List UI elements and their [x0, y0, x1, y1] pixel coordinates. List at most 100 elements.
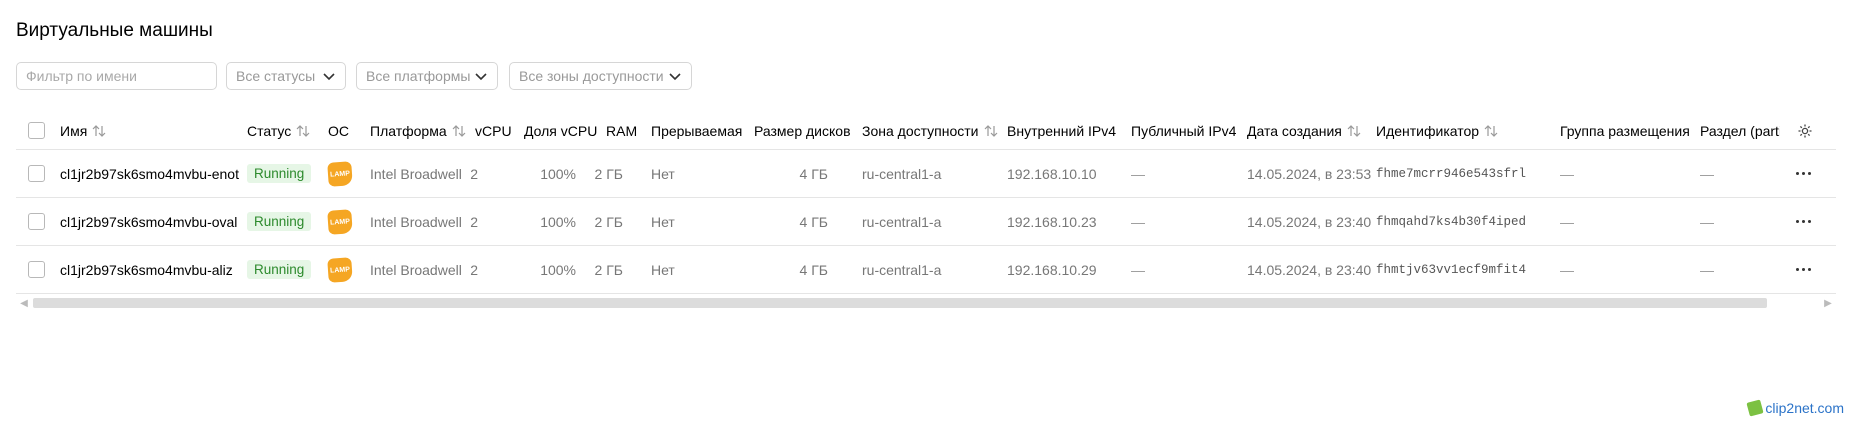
clip2net-logo-icon	[1746, 399, 1764, 417]
preemptible-value: Нет	[651, 261, 675, 278]
scroll-right-arrow[interactable]: ▶	[1822, 296, 1834, 310]
table-row[interactable]: cl1jr2b97sk6smo4mvbu-aliz Running LAMP Inte…	[16, 246, 1836, 294]
sort-arrows-icon[interactable]	[296, 124, 310, 137]
vcpu-value: 2	[470, 261, 478, 278]
more-dots-icon[interactable]	[1796, 268, 1811, 271]
cell-preemptible: Нет	[651, 150, 675, 197]
status-select[interactable]: Все статусы	[226, 62, 346, 90]
cell-name[interactable]: cl1jr2b97sk6smo4mvbu-oval	[60, 198, 237, 245]
cell-created: 14.05.2024, в 23:53	[1247, 150, 1371, 197]
partition-value: —	[1700, 261, 1714, 278]
preemptible-value: Нет	[651, 165, 675, 182]
zone-value: ru-central1-a	[862, 261, 942, 278]
horizontal-scrollbar[interactable]: ◀ ▶	[16, 296, 1836, 310]
name-filter-input[interactable]	[16, 62, 217, 90]
cell-ram: 2 ГБ	[583, 150, 623, 197]
cell-public-ipv4: —	[1131, 198, 1145, 245]
scroll-left-arrow[interactable]: ◀	[18, 296, 30, 310]
column-header-vcpu: vCPU	[475, 122, 512, 139]
column-header-os: ОС	[328, 122, 349, 139]
name-value[interactable]: cl1jr2b97sk6smo4mvbu-aliz	[60, 262, 233, 278]
cell-os: LAMP	[327, 246, 353, 293]
platform-select[interactable]: Все платформы	[356, 62, 498, 90]
row-checkbox[interactable]	[28, 165, 45, 182]
select-all-checkbox[interactable]	[28, 122, 45, 139]
created-value: 14.05.2024, в 23:40	[1247, 213, 1372, 230]
sort-arrows-icon[interactable]	[984, 124, 998, 137]
vcpu-share-value: 100%	[540, 165, 576, 182]
more-dots-icon[interactable]	[1796, 172, 1811, 175]
column-header-status[interactable]: Статус	[247, 112, 310, 149]
cell-name[interactable]: cl1jr2b97sk6smo4mvbu-aliz	[60, 246, 233, 293]
public-ipv4-value: —	[1131, 165, 1145, 182]
placement-group-value: —	[1560, 213, 1574, 230]
column-header-created[interactable]: Дата создания	[1247, 112, 1361, 149]
cell-vcpu: 2	[448, 198, 478, 245]
sort-arrows-icon[interactable]	[1347, 124, 1361, 137]
column-header-id[interactable]: Идентификатор	[1376, 112, 1498, 149]
cell-vcpu-share: 100%	[516, 246, 576, 293]
table-header: Имя Статус ОС Платформа vCPU Доля vCPU R…	[16, 112, 1836, 150]
cell-zone: ru-central1-a	[862, 246, 941, 293]
cell-created: 14.05.2024, в 23:40	[1247, 246, 1371, 293]
column-header-placement-group: Группа размещения	[1560, 122, 1690, 139]
cell-id: fhmqahd7ks4b30f4iped	[1376, 198, 1526, 245]
partition-value: —	[1700, 213, 1714, 230]
sort-arrows-icon[interactable]	[92, 124, 106, 137]
column-header-zone[interactable]: Зона доступности	[862, 112, 998, 149]
vcpu-value: 2	[470, 165, 478, 182]
cell-ram: 2 ГБ	[583, 246, 623, 293]
preemptible-value: Нет	[651, 213, 675, 230]
disk-size-value: 4 ГБ	[799, 261, 828, 278]
table-row[interactable]: cl1jr2b97sk6smo4mvbu-oval Running LAMP Inte…	[16, 198, 1836, 246]
zone-value: ru-central1-a	[862, 165, 942, 182]
cell-os: LAMP	[327, 150, 353, 197]
cell-placement-group: —	[1560, 198, 1574, 245]
public-ipv4-value: —	[1131, 213, 1145, 230]
status-badge: Running	[247, 164, 312, 183]
zone-value: ru-central1-a	[862, 213, 942, 230]
column-header-name[interactable]: Имя	[60, 112, 106, 149]
column-header-public-ipv4: Публичный IPv4	[1131, 122, 1237, 139]
ram-value: 2 ГБ	[594, 261, 623, 278]
row-checkbox-cell	[28, 246, 45, 293]
sort-arrows-icon[interactable]	[1484, 124, 1498, 137]
internal-ipv4-value: 192.168.10.29	[1007, 261, 1097, 278]
gear-icon[interactable]	[1797, 123, 1813, 139]
more-dots-icon[interactable]	[1796, 220, 1811, 223]
placement-group-value: —	[1560, 165, 1574, 182]
column-header-platform[interactable]: Платформа	[370, 112, 466, 149]
id-value: fhmqahd7ks4b30f4iped	[1376, 214, 1527, 229]
cell-vcpu-share: 100%	[516, 150, 576, 197]
cell-status: Running	[247, 198, 312, 245]
zone-select-value: Все зоны доступности	[519, 68, 664, 84]
table-row[interactable]: cl1jr2b97sk6smo4mvbu-enot Running LAMP Inte…	[16, 150, 1836, 198]
status-badge: Running	[247, 260, 312, 279]
column-settings-cell	[1797, 112, 1813, 149]
disk-size-value: 4 ГБ	[799, 213, 828, 230]
vcpu-share-value: 100%	[540, 213, 576, 230]
column-header-partition: Раздел (partitic	[1700, 122, 1780, 139]
name-value[interactable]: cl1jr2b97sk6smo4mvbu-oval	[60, 214, 237, 230]
sort-arrows-icon[interactable]	[452, 124, 466, 137]
placement-group-value: —	[1560, 261, 1574, 278]
cell-internal-ipv4: 192.168.10.23	[1007, 198, 1097, 245]
cell-public-ipv4: —	[1131, 246, 1145, 293]
chevron-down-icon	[323, 73, 335, 81]
row-checkbox-cell	[28, 150, 45, 197]
column-header-vcpu-share: Доля vCPU	[524, 122, 598, 139]
zone-select[interactable]: Все зоны доступности	[509, 62, 692, 90]
cell-zone: ru-central1-a	[862, 198, 941, 245]
row-checkbox[interactable]	[28, 261, 45, 278]
cell-placement-group: —	[1560, 246, 1574, 293]
lamp-os-icon: LAMP	[327, 208, 353, 235]
scrollbar-thumb[interactable]	[33, 298, 1767, 308]
cell-public-ipv4: —	[1131, 150, 1145, 197]
row-checkbox[interactable]	[28, 213, 45, 230]
cell-preemptible: Нет	[651, 198, 675, 245]
cell-name[interactable]: cl1jr2b97sk6smo4mvbu-enot	[60, 150, 239, 197]
cell-placement-group: —	[1560, 150, 1574, 197]
vcpu-value: 2	[470, 213, 478, 230]
cell-vcpu: 2	[448, 246, 478, 293]
name-value[interactable]: cl1jr2b97sk6smo4mvbu-enot	[60, 166, 239, 182]
